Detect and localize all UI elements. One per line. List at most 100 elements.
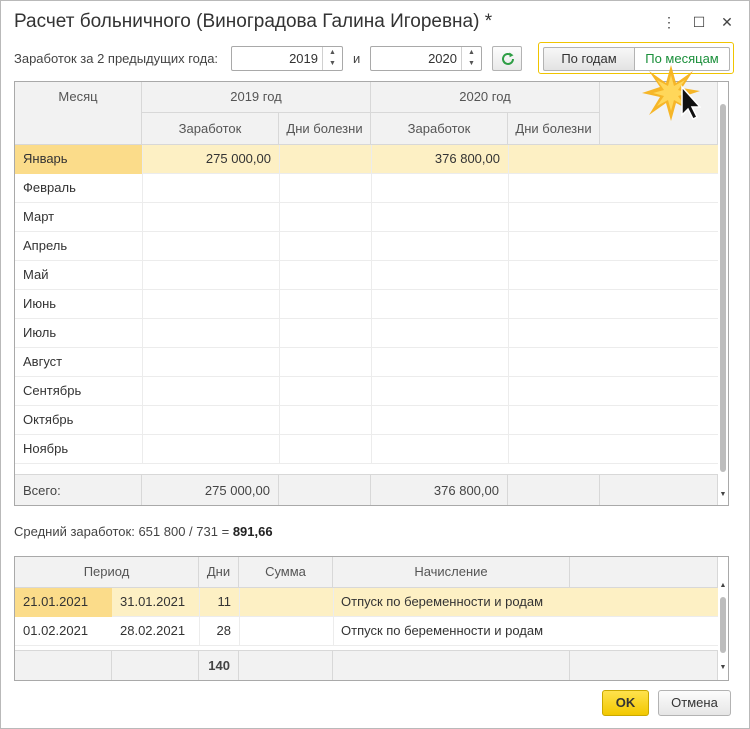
year1-days-cell[interactable] — [279, 174, 371, 203]
maximize-icon[interactable]: ☐ — [691, 13, 707, 31]
year1-earnings-cell[interactable] — [142, 435, 279, 464]
year2-down-icon[interactable]: ▼ — [462, 58, 481, 69]
year2-earnings-cell[interactable] — [371, 435, 508, 464]
period-from-cell[interactable]: 01.02.2021 — [15, 617, 112, 646]
days-cell[interactable]: 28 — [199, 617, 239, 646]
year2-earnings-cell[interactable] — [371, 377, 508, 406]
year1-earnings-cell[interactable] — [142, 290, 279, 319]
year2-stepper[interactable]: ▲ ▼ — [461, 47, 481, 70]
periods-scroll-thumb[interactable] — [720, 597, 726, 653]
year2-days-cell[interactable] — [508, 290, 600, 319]
month-cell[interactable]: Октябрь — [15, 406, 142, 435]
year2-earnings-cell[interactable] — [371, 406, 508, 435]
year1-earnings-cell[interactable] — [142, 348, 279, 377]
month-cell[interactable]: Август — [15, 348, 142, 377]
month-cell[interactable]: Ноябрь — [15, 435, 142, 464]
year1-earnings-cell[interactable] — [142, 406, 279, 435]
sum-cell[interactable] — [239, 588, 333, 617]
year2-days-cell[interactable] — [508, 377, 600, 406]
year2-earnings-cell[interactable] — [371, 174, 508, 203]
sum-column-header[interactable]: Сумма — [239, 557, 333, 588]
table-row[interactable]: 01.02.2021 28.02.2021 28 Отпуск по беременн… — [15, 617, 718, 646]
year1-stepper[interactable]: ▲ ▼ — [322, 47, 342, 70]
year2-days-cell[interactable] — [508, 232, 600, 261]
month-cell[interactable]: Март — [15, 203, 142, 232]
more-menu-icon[interactable]: ⋮ — [661, 13, 677, 31]
year1-earnings-cell[interactable] — [142, 261, 279, 290]
year1-days-cell[interactable] — [279, 261, 371, 290]
ok-button[interactable]: OK — [602, 690, 649, 716]
year1-earnings-header[interactable]: Заработок — [142, 113, 279, 145]
period-to-cell[interactable]: 28.02.2021 — [112, 617, 199, 646]
year2-earnings-header[interactable]: Заработок — [371, 113, 508, 145]
table-row[interactable]: Июнь — [15, 290, 718, 319]
accrual-cell[interactable]: Отпуск по беременности и родам — [333, 588, 570, 617]
year2-days-cell[interactable] — [508, 203, 600, 232]
year1-down-icon[interactable]: ▼ — [323, 58, 342, 69]
year2-days-cell[interactable] — [508, 145, 600, 174]
month-cell[interactable]: Февраль — [15, 174, 142, 203]
year1-earnings-cell[interactable] — [142, 232, 279, 261]
month-cell[interactable]: Июнь — [15, 290, 142, 319]
earnings-scrollbar[interactable]: ▼ — [718, 82, 728, 505]
month-column-header[interactable]: Месяц — [15, 82, 142, 145]
year1-days-cell[interactable] — [279, 348, 371, 377]
year1-days-cell[interactable] — [279, 290, 371, 319]
year1-earnings-cell[interactable] — [142, 174, 279, 203]
year2-earnings-cell[interactable]: 376 800,00 — [371, 145, 508, 174]
table-row[interactable]: Февраль — [15, 174, 718, 203]
table-row[interactable]: Январь 275 000,00 376 800,00 — [15, 145, 718, 174]
period-to-cell[interactable]: 31.01.2021 — [112, 588, 199, 617]
year2-earnings-cell[interactable] — [371, 203, 508, 232]
year1-days-cell[interactable] — [279, 319, 371, 348]
days-cell[interactable]: 11 — [199, 588, 239, 617]
earnings-scroll-thumb[interactable] — [720, 104, 726, 472]
periods-scroll-down-icon[interactable]: ▼ — [718, 663, 728, 673]
year1-days-cell[interactable] — [279, 145, 371, 174]
year2-spinner[interactable]: 2020 ▲ ▼ — [370, 46, 482, 71]
days-column-header[interactable]: Дни — [199, 557, 239, 588]
close-icon[interactable]: ✕ — [719, 13, 735, 31]
year2-earnings-cell[interactable] — [371, 232, 508, 261]
month-cell[interactable]: Апрель — [15, 232, 142, 261]
table-row[interactable]: Май — [15, 261, 718, 290]
year2-days-cell[interactable] — [508, 435, 600, 464]
year2-days-cell[interactable] — [508, 174, 600, 203]
periods-scrollbar[interactable]: ▲ ▼ — [718, 557, 728, 680]
year2-up-icon[interactable]: ▲ — [462, 47, 481, 58]
sum-cell[interactable] — [239, 617, 333, 646]
year1-earnings-cell[interactable]: 275 000,00 — [142, 145, 279, 174]
table-row[interactable]: Октябрь — [15, 406, 718, 435]
year2-earnings-cell[interactable] — [371, 319, 508, 348]
table-row[interactable]: Ноябрь — [15, 435, 718, 464]
year2-earnings-cell[interactable] — [371, 290, 508, 319]
table-row[interactable]: Март — [15, 203, 718, 232]
year2-earnings-cell[interactable] — [371, 261, 508, 290]
year1-days-cell[interactable] — [279, 203, 371, 232]
year2-earnings-cell[interactable] — [371, 348, 508, 377]
refresh-button[interactable] — [492, 46, 522, 71]
year1-earnings-cell[interactable] — [142, 203, 279, 232]
year1-spinner[interactable]: 2019 ▲ ▼ — [231, 46, 343, 71]
year1-days-cell[interactable] — [279, 406, 371, 435]
year2-days-cell[interactable] — [508, 348, 600, 377]
year2-sick-days-header[interactable]: Дни болезни — [508, 113, 600, 145]
year2-days-cell[interactable] — [508, 261, 600, 290]
month-cell[interactable]: Сентябрь — [15, 377, 142, 406]
year1-earnings-cell[interactable] — [142, 319, 279, 348]
table-row[interactable]: Сентябрь — [15, 377, 718, 406]
year1-sick-days-header[interactable]: Дни болезни — [279, 113, 371, 145]
scroll-down-icon[interactable]: ▼ — [718, 490, 728, 500]
year1-earnings-cell[interactable] — [142, 377, 279, 406]
year1-up-icon[interactable]: ▲ — [323, 47, 342, 58]
accrual-column-header[interactable]: Начисление — [333, 557, 570, 588]
by-years-button[interactable]: По годам — [543, 47, 635, 71]
accrual-cell[interactable]: Отпуск по беременности и родам — [333, 617, 570, 646]
table-row[interactable]: 21.01.2021 31.01.2021 11 Отпуск по беременн… — [15, 588, 718, 617]
table-row[interactable]: Август — [15, 348, 718, 377]
period-from-cell[interactable]: 21.01.2021 — [15, 588, 112, 617]
year2-days-cell[interactable] — [508, 319, 600, 348]
year1-days-cell[interactable] — [279, 232, 371, 261]
year2-days-cell[interactable] — [508, 406, 600, 435]
period-column-header[interactable]: Период — [15, 557, 199, 588]
